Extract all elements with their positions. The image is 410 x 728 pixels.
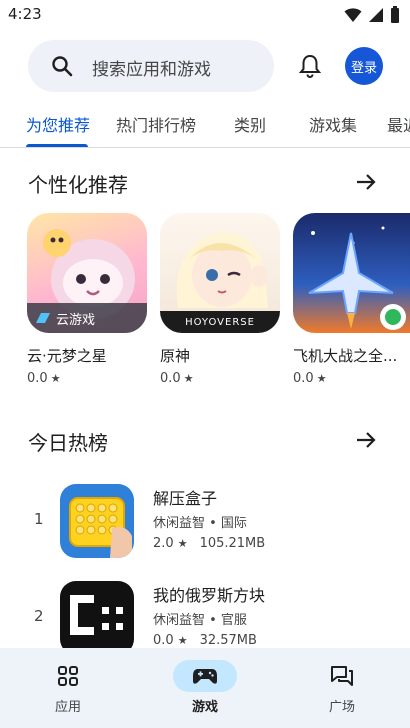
rating-value: 2.0: [153, 536, 174, 551]
nav-label: 游戏: [191, 700, 218, 715]
nav-icon-container: [36, 660, 100, 692]
notification-bell-icon[interactable]: [296, 52, 324, 80]
wifi-icon: [344, 8, 362, 22]
app-card[interactable]: 飞机大战之全... 0.0 ★: [293, 213, 410, 386]
app-icon-tetris: [60, 581, 134, 655]
status-time: 4:23: [8, 5, 42, 23]
app-category: 休闲益智 • 官服: [153, 613, 247, 628]
status-icons: [344, 6, 400, 24]
rating-value: 0.0: [293, 371, 314, 386]
star-icon: ★: [316, 372, 327, 385]
gamepad-icon: [193, 669, 217, 684]
app-card[interactable]: HOYOVERSE 原神 0.0 ★: [160, 213, 282, 386]
pop-it-illustration: [69, 497, 132, 558]
star-icon: ★: [50, 372, 61, 385]
star-icon: ★: [177, 537, 188, 550]
star-icon: ★: [177, 634, 188, 647]
nav-label: 应用: [54, 700, 81, 715]
battery-icon: [391, 6, 399, 23]
nav-label: 广场: [328, 700, 355, 715]
rank-number: 1: [34, 510, 44, 528]
app-name: 解压盒子: [153, 489, 218, 508]
section-title-hot-list: 今日热榜: [28, 431, 108, 455]
forum-icon: [331, 666, 353, 686]
app-name: 原神: [160, 347, 191, 365]
app-rating: 0.0 ★: [293, 371, 410, 386]
nav-item-games[interactable]: 游戏: [145, 648, 265, 728]
cloud-game-logo-icon: [36, 313, 50, 323]
login-button[interactable]: 登录: [345, 47, 383, 85]
rating-value: 0.0: [153, 633, 174, 648]
tab-top-charts[interactable]: 热门排行榜: [116, 112, 196, 136]
arrow-right-icon[interactable]: [354, 170, 378, 194]
tab-categories[interactable]: 类别: [234, 112, 266, 136]
app-name: 飞机大战之全...: [293, 347, 398, 365]
rank-number: 2: [34, 607, 44, 625]
app-rating: 0.0 ★: [160, 371, 282, 386]
app-size: 105.21MB: [199, 536, 266, 551]
search-placeholder: 搜索应用和游戏: [92, 60, 211, 80]
hoyoverse-logo-text: HOYOVERSE: [185, 316, 255, 328]
app-name: 云·元梦之星: [27, 347, 107, 365]
nav-icon-container: [173, 660, 237, 692]
app-name: 我的俄罗斯方块: [153, 586, 266, 605]
category-tabs: 为您推荐 热门排行榜 类别 游戏集 最近: [0, 104, 410, 148]
app-category: 休闲益智 • 国际: [153, 516, 247, 531]
hot-list-row[interactable]: 2 我的俄罗斯方块 休闲益智 • 官服 0.0 ★ 32.57MB: [0, 577, 410, 657]
rating-value: 0.0: [160, 371, 181, 386]
nav-item-plaza[interactable]: 广场: [282, 648, 402, 728]
arrow-right-icon[interactable]: [354, 428, 378, 452]
app-icon-plane-war: [293, 213, 410, 333]
app-meta: 2.0 ★ 105.21MB: [153, 536, 265, 551]
section-title-personalized: 个性化推荐: [28, 173, 128, 197]
cloud-game-badge-text: 云游戏: [56, 312, 96, 328]
bottom-navigation: 应用 游戏 广场: [0, 648, 410, 728]
search-bar[interactable]: 搜索应用和游戏: [28, 40, 274, 92]
search-icon: [52, 56, 73, 77]
fighter-jet-illustration: [308, 226, 406, 330]
star-icon: ★: [183, 372, 194, 385]
app-meta: 0.0 ★ 32.57MB: [153, 633, 257, 648]
nav-icon-container: [310, 660, 374, 692]
app-card[interactable]: 云游戏 云·元梦之星 0.0 ★: [27, 213, 149, 386]
rating-value: 0.0: [27, 371, 48, 386]
app-icon-yuanmeng: 云游戏: [27, 213, 147, 333]
tab-game-collections[interactable]: 游戏集: [309, 112, 357, 136]
signal-icon: [369, 8, 383, 22]
status-bar: 4:23: [0, 0, 410, 30]
app-size: 32.57MB: [199, 633, 257, 648]
nav-item-apps[interactable]: 应用: [8, 648, 128, 728]
tab-recommended[interactable]: 为您推荐: [26, 112, 90, 136]
active-tab-indicator: [26, 144, 88, 147]
apps-grid-icon: [58, 666, 78, 686]
hoyoverse-logo-bar: HOYOVERSE: [160, 311, 280, 333]
app-rating: 0.0 ★: [27, 371, 149, 386]
pixel-blocks-illustration: [70, 595, 123, 635]
cloud-game-badge: 云游戏: [27, 303, 147, 333]
app-icon-genshin: HOYOVERSE: [160, 213, 280, 333]
tab-recent[interactable]: 最近: [387, 112, 410, 136]
hot-list-row[interactable]: 1 解压盒子 休闲益智 • 国际 2.0 ★ 105.21MB: [0, 480, 410, 560]
app-icon-decompress-box: [60, 484, 134, 558]
